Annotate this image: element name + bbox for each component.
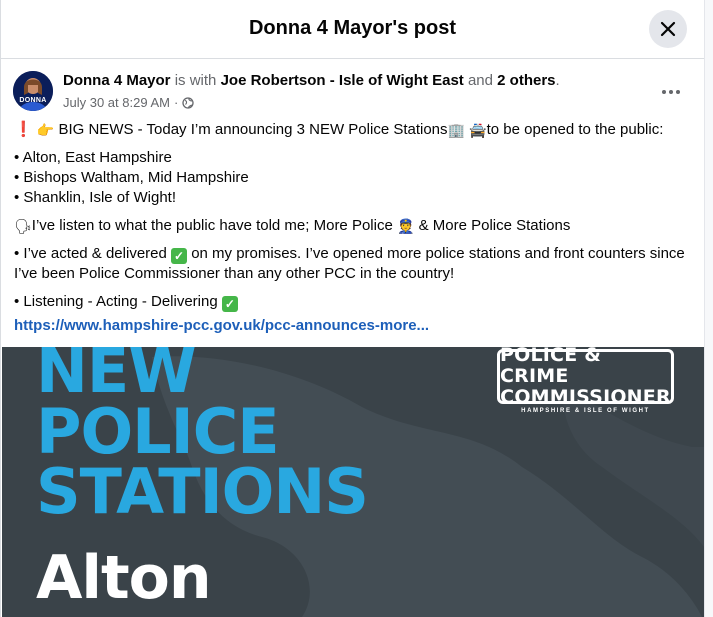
post-dialog: Donna 4 Mayor's post DONNA Donna 4 Mayor… xyxy=(0,0,713,617)
listen-text: I’ve listen to what the public have told… xyxy=(31,217,393,234)
close-button[interactable] xyxy=(649,10,687,48)
speaking-head-icon: 🗣 xyxy=(14,218,32,234)
close-icon xyxy=(660,21,676,37)
globe-icon xyxy=(182,96,194,109)
acted-paragraph: • I’ve acted & delivered ✓ on my promise… xyxy=(14,244,699,284)
intro-paragraph: ❗ 👉 BIG NEWS - Today I’m announcing 3 NE… xyxy=(14,120,699,140)
pointing-hand-icon: 👉 xyxy=(36,122,55,138)
avatar-label: DONNA xyxy=(19,97,47,104)
list-item: • Shanklin, Isle of Wight! xyxy=(14,189,176,206)
meta-separator: · xyxy=(173,95,179,110)
dialog-header: Donna 4 Mayor's post xyxy=(1,0,704,59)
post-meta: July 30 at 8:29 AM · xyxy=(63,95,194,110)
tagged-person[interactable]: Joe Robertson - Isle of Wight East xyxy=(221,72,464,89)
police-car-icon: 🚔 xyxy=(469,122,487,138)
post-body: ❗ 👉 BIG NEWS - Today I’m announcing 3 NE… xyxy=(14,120,699,336)
with-text: is with xyxy=(174,72,217,89)
exclamation-icon: ❗ xyxy=(14,121,33,138)
police-officer-icon: 👮 xyxy=(396,218,415,234)
intro-text: BIG NEWS - Today I’m announcing 3 NEW Po… xyxy=(58,121,448,138)
listen-suffix: & More Police Stations xyxy=(418,217,571,234)
others-link[interactable]: 2 others xyxy=(497,72,555,89)
avatar-photo xyxy=(13,71,53,111)
article-link[interactable]: https://www.hampshire-pcc.gov.uk/pcc-ann… xyxy=(14,316,429,336)
listen-paragraph: 🗣I’ve listen to what the public have tol… xyxy=(14,216,699,236)
post-image[interactable]: NEW POLICE STATIONS Alton POLICE & CRIME… xyxy=(2,347,704,617)
avatar[interactable]: DONNA xyxy=(13,71,53,111)
closing-paragraph: • Listening - Acting - Delivering ✓ xyxy=(14,292,699,312)
locations-list: • Alton, East Hampshire • Bishops Waltha… xyxy=(14,148,699,208)
building-icon: 🏢 xyxy=(447,122,465,138)
post-header: DONNA Donna 4 Mayor is with Joe Robertso… xyxy=(13,70,693,114)
scrollbar[interactable] xyxy=(704,0,713,617)
check-mark-icon: ✓ xyxy=(171,248,188,264)
more-dot xyxy=(669,90,673,94)
dialog-title: Donna 4 Mayor's post xyxy=(248,17,456,39)
more-options-button[interactable] xyxy=(653,74,689,110)
list-item: • Bishops Waltham, Mid Hampshire xyxy=(14,169,249,186)
period: . xyxy=(555,72,560,89)
pcc-logo-line-1: POLICE & CRIME xyxy=(500,347,601,387)
closing-text: • Listening - Acting - Delivering xyxy=(14,293,218,310)
post-timestamp[interactable]: July 30 at 8:29 AM xyxy=(63,95,170,110)
more-options-icon xyxy=(662,90,666,94)
banner-line-1: NEW xyxy=(36,347,197,407)
author-line: Donna 4 Mayor is with Joe Robertson - Is… xyxy=(63,72,560,89)
pcc-logo: POLICE & CRIME COMMISSIONER xyxy=(497,347,674,408)
banner-town: Alton xyxy=(36,543,212,613)
more-dot xyxy=(676,90,680,94)
intro-suffix: to be opened to the public: xyxy=(486,121,664,138)
pcc-logo-subtitle: HAMPSHIRE & ISLE OF WIGHT xyxy=(521,408,650,414)
banner-line-2: POLICE xyxy=(36,395,280,468)
author-name[interactable]: Donna 4 Mayor xyxy=(63,72,171,89)
banner-line-3: STATIONS xyxy=(36,455,369,528)
list-item: • Alton, East Hampshire xyxy=(14,149,172,166)
pcc-logo-line-2: COMMISSIONER xyxy=(500,386,671,408)
and-text: and xyxy=(467,72,493,89)
check-mark-icon: ✓ xyxy=(221,296,238,312)
acted-text: • I’ve acted & delivered xyxy=(14,245,167,262)
